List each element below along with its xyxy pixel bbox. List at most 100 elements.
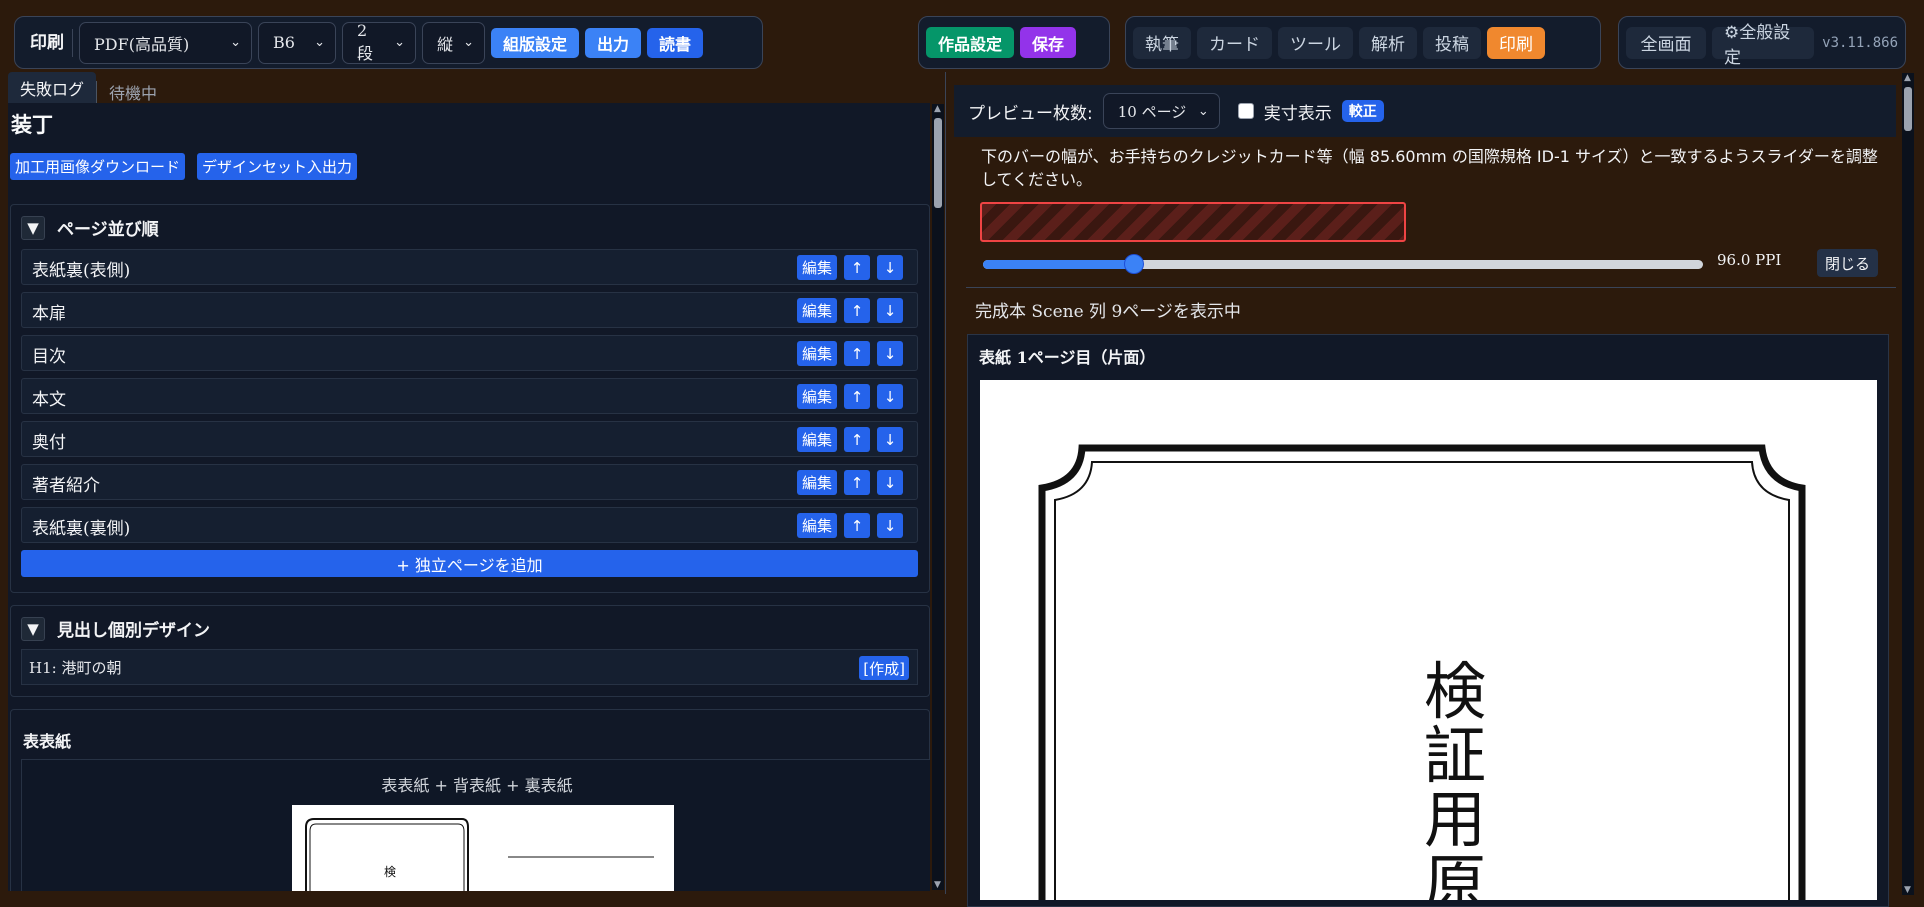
left-scrollbar-thumb[interactable]	[934, 118, 942, 208]
left-scrollbar[interactable]: ▲ ▼	[932, 104, 944, 890]
actual-size-checkbox[interactable]	[1237, 103, 1254, 119]
paper-size-select[interactable]: B6 ⌄	[258, 21, 336, 64]
tab-analysis[interactable]: 解析	[1359, 26, 1417, 59]
calibrate-button[interactable]: 較正	[1341, 100, 1384, 122]
page-order-row: 本扉 編集 ↑ ↓	[21, 292, 918, 328]
scroll-up-arrow-icon[interactable]: ▲	[934, 104, 941, 114]
right-scrollbar-thumb[interactable]	[1904, 87, 1912, 131]
ppi-slider-fill	[983, 260, 1135, 269]
output-button[interactable]: 出力	[585, 27, 642, 58]
scroll-up-arrow-icon[interactable]: ▲	[1904, 73, 1911, 83]
page-order-card: ▼ ページ並び順 表紙裏(表側) 編集 ↑ ↓ 本扉 編集 ↑ ↓ 目次 編集 …	[10, 204, 930, 593]
calibration-description: 下のバーの幅が、お手持ちのクレジットカード等（幅 85.60mm の国際規格 I…	[981, 147, 1878, 189]
page-order-label: 著者紹介	[32, 476, 100, 496]
layout-settings-button[interactable]: 組版設定	[491, 27, 580, 58]
chevron-down-icon: ⌄	[463, 35, 474, 50]
preview-count-label: プレビュー枚数:	[968, 103, 1093, 124]
right-scrollbar[interactable]: ▲ ▼	[1902, 73, 1914, 895]
page-order-label: 奥付	[32, 433, 66, 453]
move-up-button[interactable]: ↑	[844, 470, 870, 495]
move-down-button[interactable]: ↓	[877, 470, 903, 495]
scroll-down-arrow-icon[interactable]: ▼	[934, 880, 941, 890]
version-label: v3.11.866	[1822, 34, 1898, 51]
tab-cards[interactable]: カード	[1197, 26, 1272, 59]
page-preview-title: 表紙 1ページ目（片面）	[979, 348, 1156, 367]
move-down-button[interactable]: ↓	[877, 341, 903, 366]
page-order-title: ページ並び順	[57, 220, 159, 240]
showing-status: 完成本 Scene 列 9ページを表示中	[975, 302, 1241, 322]
work-settings-button[interactable]: 作品設定	[926, 27, 1015, 58]
format-select[interactable]: PDF(高品質) ⌄	[79, 21, 252, 64]
collapse-triangle-icon[interactable]: ▼	[21, 215, 45, 240]
print-toolbar: 印刷 PDF(高品質) ⌄ B6 ⌄ 2 段 ⌄ 縦 ⌄ 組版設定 出力 読書	[14, 16, 763, 69]
save-button[interactable]: 保存	[1020, 27, 1077, 58]
heading-design-header[interactable]: ▼ 見出し個別デザイン	[21, 616, 210, 641]
main-nav: 執筆 カード ツール 解析 投稿 印刷	[1125, 16, 1601, 69]
preview-count-select[interactable]: 10 ページ ⌄	[1102, 93, 1220, 129]
edit-button[interactable]: 編集	[797, 298, 837, 323]
right-panel: プレビュー枚数: 10 ページ ⌄ 実寸表示 較正 下のバーの幅が、お手持ちのク…	[954, 73, 1924, 907]
close-button[interactable]: 閉じる	[1817, 249, 1879, 277]
edit-button[interactable]: 編集	[797, 427, 837, 452]
design-set-io-button[interactable]: デザインセット入出力	[197, 153, 358, 180]
heading-design-title: 見出し個別デザイン	[57, 621, 210, 641]
move-up-button[interactable]: ↑	[844, 427, 870, 452]
ppi-slider-thumb[interactable]	[1124, 254, 1145, 274]
edit-button[interactable]: 編集	[797, 513, 837, 538]
move-up-button[interactable]: ↑	[844, 341, 870, 366]
tab-print[interactable]: 印刷	[1487, 26, 1545, 59]
tab-fail-log[interactable]: 失敗ログ	[8, 72, 97, 103]
fullscreen-button[interactable]: 全画面	[1626, 26, 1707, 59]
move-up-button[interactable]: ↑	[844, 384, 870, 409]
status-idle: 待機中	[96, 81, 169, 103]
vertical-title: 検 証 用 原	[1415, 660, 1495, 901]
page-order-label: 本文	[32, 390, 66, 410]
move-down-button[interactable]: ↓	[877, 255, 903, 280]
page-order-row: 目次 編集 ↑ ↓	[21, 335, 918, 371]
cover-frame-graphic	[305, 818, 654, 891]
edit-button[interactable]: 編集	[797, 255, 837, 280]
general-settings-button[interactable]: ⚙全般設定	[1712, 23, 1815, 68]
page-order-header[interactable]: ▼ ページ並び順	[21, 215, 159, 240]
page-order-label: 目次	[32, 347, 66, 367]
add-page-button[interactable]: + 独立ページを追加	[21, 550, 918, 577]
page-order-row: 奥付 編集 ↑ ↓	[21, 421, 918, 457]
tab-post[interactable]: 投稿	[1423, 26, 1481, 59]
edit-button[interactable]: 編集	[797, 341, 837, 366]
section-title: 装丁	[11, 113, 53, 137]
move-up-button[interactable]: ↑	[844, 298, 870, 323]
orientation-select[interactable]: 縦 ⌄	[422, 21, 485, 64]
cover-thumbnail-text: 検	[384, 865, 397, 879]
work-toolbar: 作品設定 保存	[918, 16, 1110, 69]
page-order-row: 表紙裏(表側) 編集 ↑ ↓	[21, 249, 918, 285]
move-down-button[interactable]: ↓	[877, 298, 903, 323]
scroll-down-arrow-icon[interactable]: ▼	[1904, 885, 1911, 895]
left-panel: 失敗ログ 待機中 装丁 加工用画像ダウンロード デザインセット入出力 ▼ ページ…	[0, 72, 946, 894]
heading-row: H1: 港町の朝 [作成]	[21, 649, 918, 685]
heading-row-label: H1: 港町の朝	[29, 659, 122, 677]
move-up-button[interactable]: ↑	[844, 513, 870, 538]
move-up-button[interactable]: ↑	[844, 255, 870, 280]
read-button[interactable]: 読書	[647, 27, 704, 58]
ppi-slider[interactable]	[983, 254, 1703, 274]
vertical-char: 用	[1423, 783, 1486, 856]
move-down-button[interactable]: ↓	[877, 384, 903, 409]
move-down-button[interactable]: ↓	[877, 427, 903, 452]
tab-tools[interactable]: ツール	[1278, 26, 1353, 59]
preview-toolbar: プレビュー枚数: 10 ページ ⌄ 実寸表示 較正	[954, 85, 1896, 137]
binding-panel: 装丁 加工用画像ダウンロード デザインセット入出力 ▼ ページ並び順 表紙裏(表…	[8, 103, 930, 891]
divider	[966, 287, 1896, 288]
status-tabs: 失敗ログ 待機中	[8, 72, 169, 103]
vertical-char: 証	[1423, 719, 1486, 792]
create-button[interactable]: [作成]	[859, 656, 909, 680]
page-order-label: 本扉	[32, 304, 66, 324]
vertical-char: 原	[1423, 847, 1486, 901]
download-images-button[interactable]: 加工用画像ダウンロード	[10, 153, 186, 180]
edit-button[interactable]: 編集	[797, 470, 837, 495]
edit-button[interactable]: 編集	[797, 384, 837, 409]
tab-write[interactable]: 執筆	[1133, 26, 1191, 59]
orientation-value: 縦	[437, 34, 454, 54]
collapse-triangle-icon[interactable]: ▼	[21, 616, 45, 641]
move-down-button[interactable]: ↓	[877, 513, 903, 538]
columns-select[interactable]: 2 段 ⌄	[342, 21, 416, 64]
